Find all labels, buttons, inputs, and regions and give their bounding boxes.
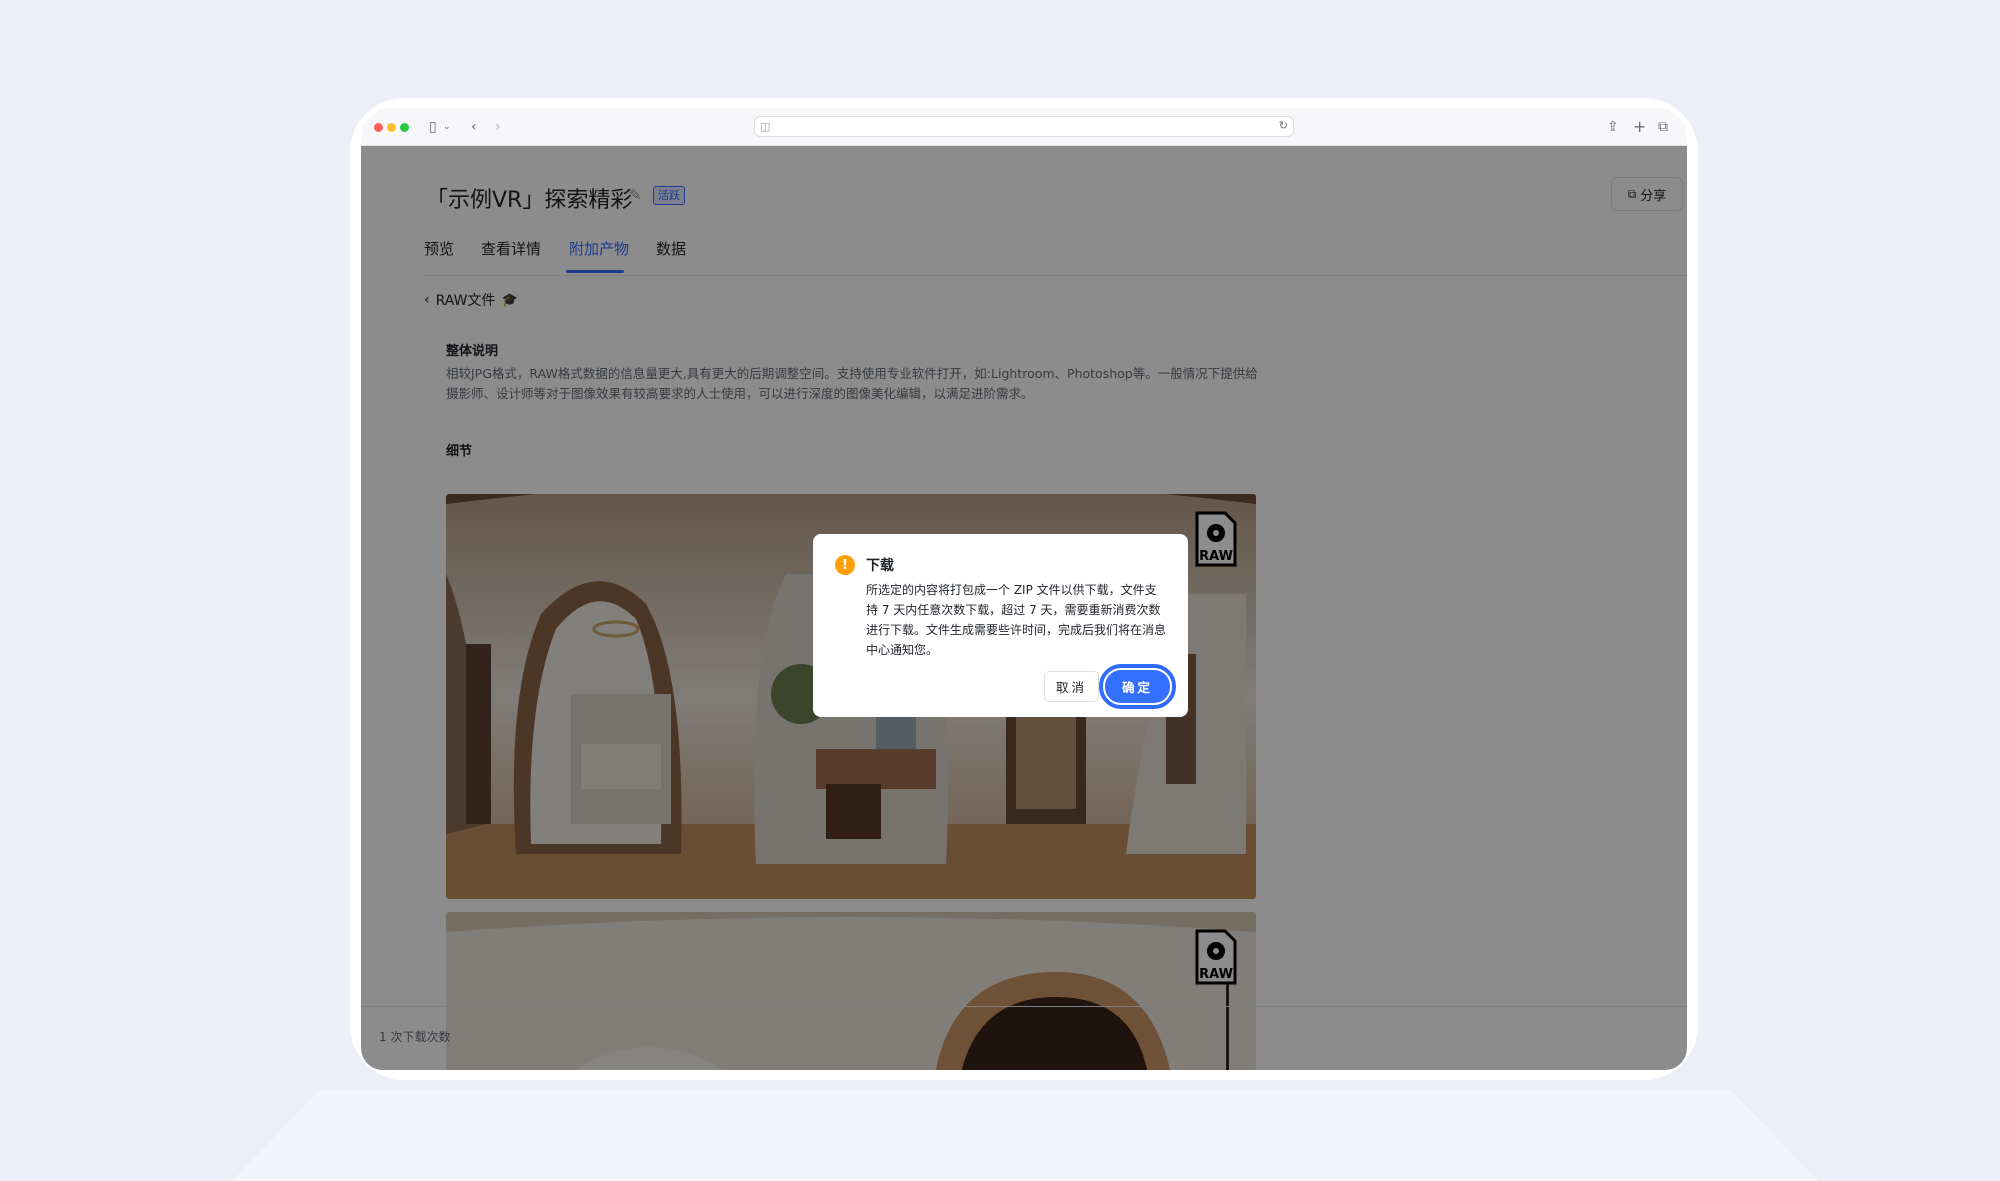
back-arrow-icon[interactable]: ‹ — [471, 117, 477, 137]
chevron-down-icon[interactable]: ⌄ — [443, 117, 451, 137]
browser-toolbar: ▯ ⌄ ‹ › ◫ ↻ ⇪ + ⧉ — [361, 108, 1687, 146]
download-dialog: ! 下载 所选定的内容将打包成一个 ZIP 文件以供下载，文件支持 7 天内任意… — [813, 534, 1188, 717]
cancel-button[interactable]: 取消 — [1044, 671, 1099, 702]
address-bar[interactable]: ◫ ↻ — [754, 116, 1294, 137]
tab-overview-icon[interactable]: ⧉ — [1658, 117, 1668, 137]
minimize-window-button[interactable] — [387, 123, 396, 132]
maximize-window-button[interactable] — [400, 123, 409, 132]
new-tab-icon[interactable]: + — [1633, 117, 1646, 137]
forward-arrow-icon[interactable]: › — [495, 117, 501, 137]
reload-icon[interactable]: ↻ — [1279, 119, 1288, 132]
dialog-title: 下载 — [866, 558, 894, 574]
shield-icon: ◫ — [760, 120, 771, 133]
warning-icon: ! — [835, 555, 855, 575]
close-window-button[interactable] — [374, 123, 383, 132]
page-content: 「示例VR」探索精彩 ✎ 活跃 ⧉ 分享 预览 查看详情 附加产物 数据 ‹ R… — [361, 146, 1687, 1070]
sidebar-toggle-icon[interactable]: ▯ — [429, 117, 437, 137]
dialog-message: 所选定的内容将打包成一个 ZIP 文件以供下载，文件支持 7 天内任意次数下载，… — [866, 583, 1167, 657]
screen: ▯ ⌄ ‹ › ◫ ↻ ⇪ + ⧉ 「示例VR」探索精彩 ✎ 活跃 ⧉ 分享 预… — [361, 108, 1687, 1070]
device-base — [185, 1090, 1865, 1181]
confirm-button[interactable]: 确定 — [1105, 670, 1170, 703]
share-icon[interactable]: ⇪ — [1607, 117, 1619, 137]
